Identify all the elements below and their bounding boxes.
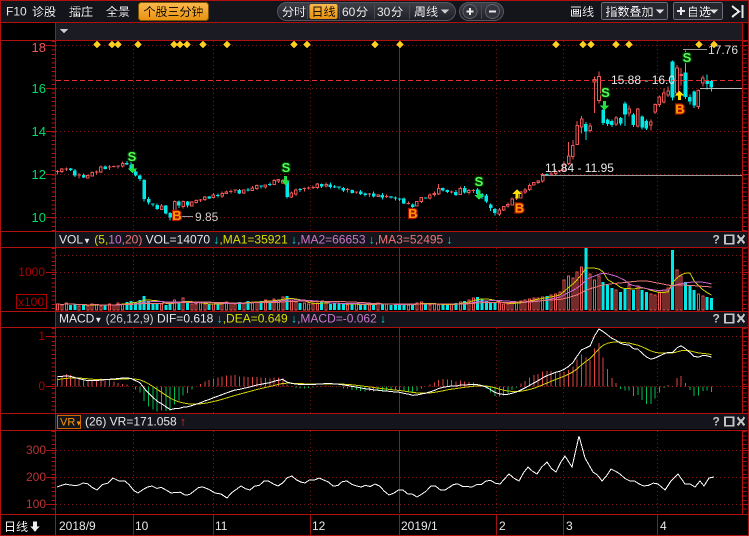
svg-text:B: B	[172, 208, 181, 223]
svg-text:60: 60	[342, 5, 356, 19]
svg-text:10: 10	[135, 519, 149, 533]
svg-text:4: 4	[660, 519, 667, 533]
svg-text:S: S	[475, 174, 484, 189]
svg-text:B: B	[408, 206, 417, 221]
svg-text:16: 16	[32, 81, 46, 96]
svg-text:VOL▼ (5,10,20) VOL=14070 ↓,MA: VOL▼ (5,10,20) VOL=14070 ↓,MA1=35921 ↓,M…	[59, 233, 453, 247]
svg-text:18: 18	[32, 40, 46, 55]
svg-text:(26) VR=171.058 ↑: (26) VR=171.058 ↑	[85, 415, 186, 429]
svg-text:9.85: 9.85	[195, 210, 219, 224]
svg-text:S: S	[128, 149, 137, 164]
svg-text:15.88 - 16.0: 15.88 - 16.0	[611, 73, 675, 87]
svg-text:3: 3	[566, 519, 573, 533]
svg-text:2018/9: 2018/9	[59, 519, 96, 533]
svg-text:300: 300	[26, 443, 46, 457]
svg-text:2019/1: 2019/1	[401, 519, 438, 533]
svg-text:11.84 - 11.95: 11.84 - 11.95	[545, 161, 614, 175]
svg-text:200: 200	[26, 470, 46, 484]
svg-text:S: S	[282, 160, 291, 175]
svg-text:F10: F10	[6, 5, 27, 19]
svg-text:14: 14	[32, 124, 46, 139]
svg-text:10: 10	[32, 210, 46, 225]
svg-text:S: S	[601, 85, 610, 100]
svg-text:30: 30	[377, 5, 391, 19]
svg-text:12: 12	[32, 167, 46, 182]
svg-text:MACD▼ (26,12,9) DIF=0.618 ↓,D: MACD▼ (26,12,9) DIF=0.618 ↓,DEA=0.649 ↓,…	[59, 312, 386, 326]
svg-text:2: 2	[499, 519, 506, 533]
svg-text:B: B	[675, 102, 684, 117]
svg-text:11: 11	[215, 519, 228, 533]
svg-text:?: ?	[713, 312, 720, 326]
svg-text:1: 1	[38, 329, 45, 343]
svg-text:0: 0	[38, 379, 45, 393]
svg-text:S: S	[683, 50, 692, 65]
svg-text:100: 100	[26, 497, 46, 511]
svg-text:1000: 1000	[18, 265, 45, 279]
svg-text:x100: x100	[18, 295, 44, 309]
svg-text:?: ?	[713, 233, 720, 247]
svg-text:12: 12	[312, 519, 326, 533]
svg-text:?: ?	[713, 415, 720, 429]
svg-text:B: B	[515, 201, 524, 216]
